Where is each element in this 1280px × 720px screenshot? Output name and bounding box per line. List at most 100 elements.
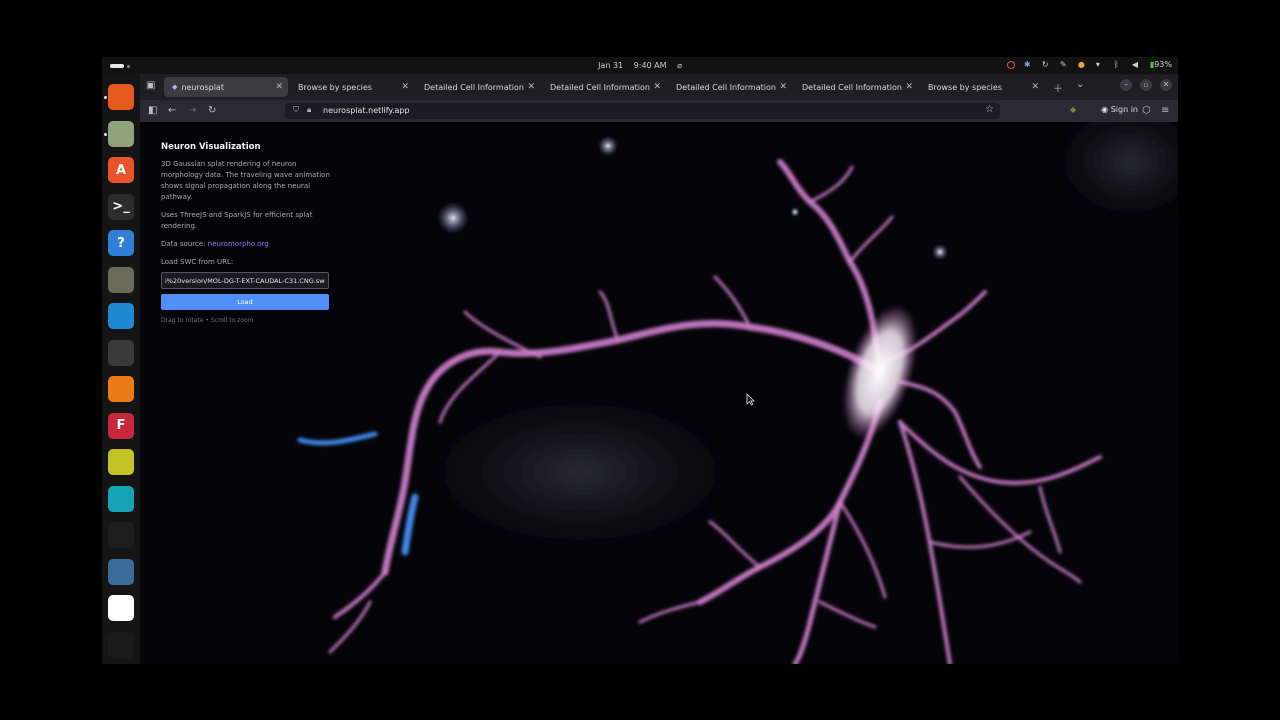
menu-icon[interactable]: ≡ (1161, 105, 1169, 116)
terminal-icon[interactable]: >_ (108, 193, 134, 220)
browser-tab[interactable]: Detailed Cell Information: 19✕ (794, 77, 918, 97)
vscode-icon[interactable] (108, 303, 134, 329)
updates-icon[interactable]: ✱ (1024, 60, 1033, 69)
panel-uses: Uses ThreeJS and SparkJS for efficient s… (161, 211, 313, 230)
dendrite-branch (958, 475, 1082, 584)
info-panel: Neuron Visualization 3D Gaussian splat r… (161, 142, 331, 326)
slack-icon[interactable] (108, 595, 134, 621)
load-url-label: Load SWC from URL: (161, 258, 234, 266)
close-tab-icon[interactable]: ✕ (527, 82, 535, 92)
close-tab-icon[interactable]: ✕ (653, 82, 661, 92)
bookmark-star-icon[interactable]: ☆ (985, 104, 994, 115)
sublime-merge-icon[interactable] (108, 485, 134, 512)
browser-tab[interactable]: Browse by species ✕ (920, 77, 1044, 97)
ball-app-icon[interactable] (108, 449, 134, 475)
data-source-label: Data source: (161, 240, 206, 248)
browser-tab[interactable]: Detailed Cell Information: M✕ (416, 77, 540, 97)
date-text: Jan 31 (598, 61, 624, 70)
chip-app-icon[interactable] (108, 558, 134, 585)
background-haze (390, 122, 1178, 567)
sync-icon[interactable]: ↻ (1042, 60, 1051, 69)
microphone-icon[interactable]: ● (1078, 60, 1087, 69)
firefox-icon[interactable] (108, 84, 134, 110)
navigation-bar: ◧ ← → ↻ ⛉ 🔒︎ neurosplat.netlify.app ☆ ◆ … (140, 100, 1178, 122)
wifi-icon[interactable]: ▾ (1096, 60, 1105, 69)
tab-label: Browse by species (928, 82, 1002, 92)
data-source-line: Data source: neuromorpho.org (161, 239, 331, 250)
url-text[interactable]: neurosplat.netlify.app (323, 106, 410, 115)
list-tabs-icon[interactable]: ⌄ (1076, 79, 1084, 90)
reload-button[interactable]: ↻ (208, 105, 216, 116)
tab-label: Detailed Cell Information: M (424, 82, 524, 92)
back-button[interactable]: ← (168, 105, 176, 116)
shield-icon[interactable]: ⛉ (293, 105, 299, 115)
tab-label: Detailed Cell Information: M (550, 82, 650, 92)
dendrite-branch (848, 215, 894, 264)
browser-tab[interactable]: Detailed Cell Information: M✕ (542, 77, 666, 97)
volume-icon[interactable]: ◀ (1132, 60, 1141, 69)
new-tab-button[interactable]: ＋ (1053, 80, 1063, 95)
record-icon[interactable] (1006, 60, 1015, 69)
extensions-puzzle-icon[interactable]: ⬡ (1142, 105, 1151, 116)
gimp-icon[interactable] (108, 266, 134, 293)
system-top-bar: Jan 31 9:40 AM ⌀ ✱ ↻ ✎ ● ▾ ᛒ ◀ ▮93% (102, 57, 1178, 74)
tab-overview-icon[interactable]: ▣ (146, 80, 155, 91)
load-button[interactable]: Load (161, 294, 329, 310)
dendrite-branch (333, 570, 387, 619)
pen-icon[interactable]: ✎ (1060, 60, 1069, 69)
dendrite-branch (818, 600, 877, 629)
blender-icon[interactable] (108, 376, 134, 402)
help-icon[interactable]: ? (108, 230, 134, 256)
alarm-off-icon: ⌀ (677, 61, 682, 70)
shield-app-icon[interactable] (108, 522, 134, 548)
data-source-link[interactable]: neuromorpho.org (208, 240, 269, 248)
files-icon[interactable] (108, 120, 134, 147)
battery-percent: 93% (1154, 60, 1172, 69)
browser-tab[interactable]: Detailed Cell Information: M✕ (668, 77, 792, 97)
close-tab-icon[interactable]: ✕ (905, 82, 913, 92)
battery-indicator[interactable]: ▮93% (1150, 60, 1172, 69)
tab-label: Detailed Cell Information: M (676, 82, 776, 92)
forward-button[interactable]: → (188, 105, 196, 116)
address-bar[interactable]: ⛉ 🔒︎ neurosplat.netlify.app ☆ (285, 103, 1000, 119)
close-tab-icon[interactable]: ✕ (779, 82, 787, 92)
close-tab-icon[interactable]: ✕ (401, 82, 409, 92)
dendrite-branch (808, 165, 854, 204)
dendrite-branch (898, 380, 982, 469)
sign-in-label: Sign in (1110, 105, 1138, 114)
favicon-icon: ◆ (172, 83, 178, 91)
inkscape-icon[interactable] (108, 339, 134, 366)
minimize-button[interactable]: – (1120, 79, 1132, 91)
lock-icon[interactable]: 🔒︎ (307, 105, 311, 115)
close-tab-icon[interactable]: ✕ (1031, 82, 1039, 92)
panel-title: Neuron Visualization (161, 142, 261, 152)
account-icon: ◉ (1101, 105, 1111, 114)
browser-tab[interactable]: Browse by species ✕ (290, 77, 414, 97)
maximize-button[interactable]: ▫ (1140, 79, 1152, 91)
swc-url-input[interactable] (161, 272, 329, 289)
sidebar-icon[interactable]: ◧ (148, 105, 157, 116)
dendrite-branch (898, 420, 1102, 485)
bluetooth-icon[interactable]: ᛒ (1114, 60, 1123, 69)
dendrite-branch (838, 500, 887, 599)
tab-label: neurosplat (181, 82, 224, 92)
fritzing-icon[interactable]: F (108, 412, 134, 439)
close-window-button[interactable]: ✕ (1160, 79, 1172, 91)
dendrite-branch (328, 600, 372, 654)
mouse-cursor-icon (746, 393, 755, 406)
app-center-icon[interactable]: A (108, 157, 134, 183)
page-viewport[interactable]: Neuron Visualization 3D Gaussian splat r… (140, 122, 1178, 664)
close-tab-icon[interactable]: ✕ (275, 82, 283, 92)
neuron-soma (842, 304, 918, 440)
obs-icon[interactable] (108, 631, 134, 658)
browser-window: ▣ ◆ neurosplat ✕ Browse by species ✕ Detailed… (140, 74, 1178, 664)
dendrite-branch (708, 520, 762, 569)
running-indicator (104, 132, 107, 136)
controls-hint: Drag to rotate • Scroll to zoom (161, 317, 254, 324)
tab-strip: ▣ ◆ neurosplat ✕ Browse by species ✕ Detailed… (140, 74, 1178, 100)
sign-in-button[interactable]: ◉ Sign in (1101, 105, 1138, 114)
system-tray[interactable]: ✱ ↻ ✎ ● ▾ ᛒ ◀ ▮93% (1006, 60, 1172, 69)
browser-tab[interactable]: ◆ neurosplat ✕ (164, 77, 288, 97)
extension-icon[interactable]: ◆ (1070, 105, 1076, 114)
dendrite-branch (1038, 485, 1062, 554)
